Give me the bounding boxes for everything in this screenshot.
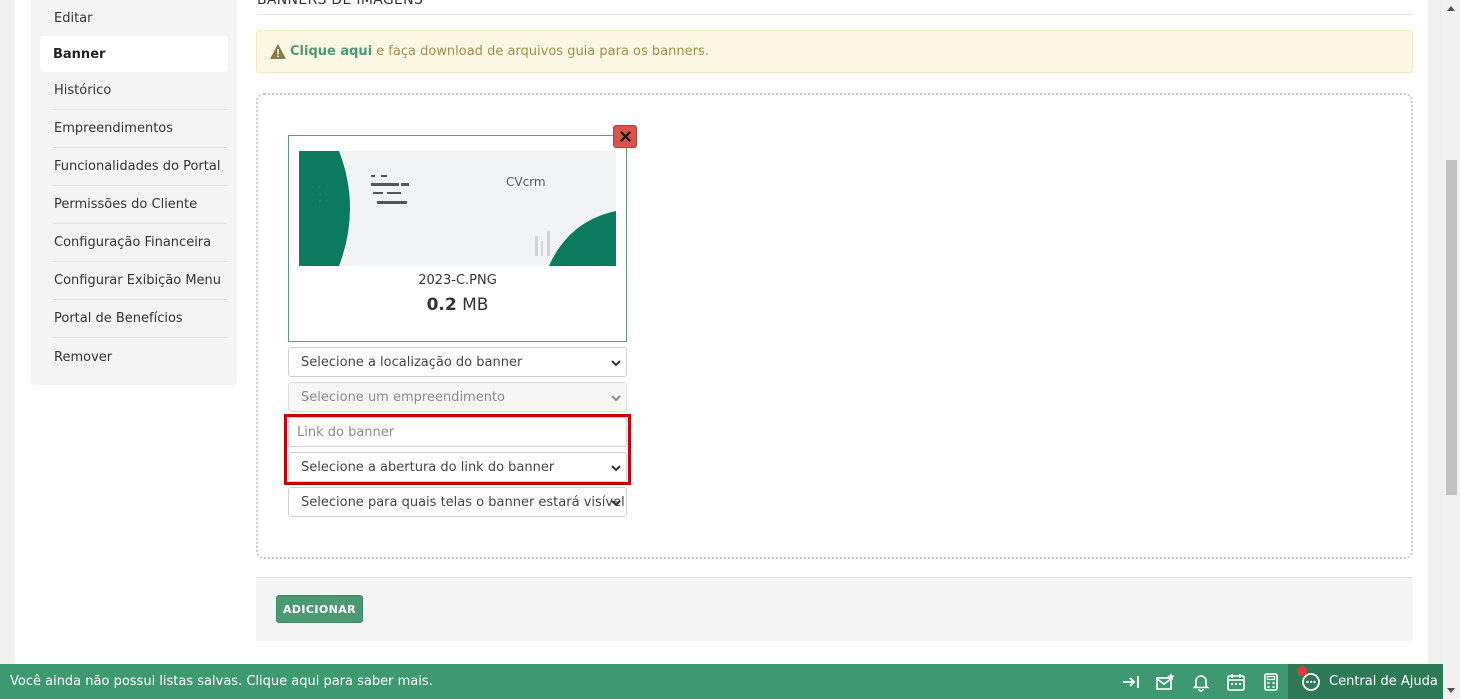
sidebar-item-banner[interactable]: Banner (40, 36, 228, 72)
sidebar-item-label: Empreendimentos (54, 121, 174, 136)
banner-location-select[interactable]: Selecione a localização do banner (288, 347, 627, 377)
sidebar-item-remover[interactable]: Remover (53, 338, 227, 376)
sidebar-item-label: Remover (54, 349, 113, 365)
visible-screens-select[interactable]: Selecione para quais telas o banner esta… (288, 487, 627, 517)
saved-lists-message[interactable]: Você ainda não possui listas salvas. Cli… (10, 674, 433, 689)
alert-text: e faça download de arquivos guia para os… (376, 44, 709, 59)
highlight-box (284, 414, 631, 485)
sidebar-item-historico[interactable]: Histórico (53, 72, 227, 110)
calculator-icon[interactable] (1261, 672, 1281, 692)
enterprise-select[interactable]: Selecione um empreendimento (288, 382, 627, 412)
notification-dot (1297, 666, 1307, 676)
remove-file-button[interactable] (613, 125, 637, 148)
sidebar-item-permissoes[interactable]: Permissões do Cliente (53, 186, 227, 224)
sidebar-item-label: Configurar Exibição Menu (54, 273, 222, 288)
close-icon (619, 131, 631, 142)
calendar-icon[interactable] (1226, 672, 1246, 692)
select-value: Selecione um empreendimento (301, 389, 506, 405)
sidebar-item-label: Portal de Benefícios (54, 311, 183, 326)
divider (257, 14, 1413, 15)
help-center-button[interactable]: Central de Ajuda (1288, 664, 1443, 699)
scroll-up-arrow[interactable] (1447, 6, 1455, 11)
section-title: BANNERS DE IMAGENS (257, 0, 424, 8)
page-container: Editar Banner Histórico Empreendimentos … (15, 0, 1428, 664)
banner-thumbnail: CVcrm (299, 151, 616, 266)
add-button[interactable]: ADICIONAR (276, 595, 363, 623)
sidebar-item-config-financeira[interactable]: Configuração Financeira (53, 224, 227, 262)
help-center-label: Central de Ajuda (1329, 674, 1438, 689)
chevron-down-icon (611, 500, 621, 507)
file-name: 2023-C.PNG (418, 273, 497, 288)
download-guide-link[interactable]: Clique aqui (290, 44, 372, 59)
file-size-unit: MB (462, 295, 489, 315)
chevron-down-icon (611, 360, 621, 367)
banner-logo-text: CVcrm (506, 175, 546, 189)
form-footer (256, 577, 1413, 641)
file-size: 0.2 MB (289, 295, 626, 315)
sidebar-item-label: Histórico (54, 83, 112, 98)
select-value: Selecione a localização do banner (301, 354, 523, 370)
bottom-bar: Você ainda não possui listas salvas. Cli… (0, 664, 1443, 699)
sidebar-item-label: Permissões do Cliente (54, 197, 198, 212)
sidebar-item-label: Editar (54, 11, 93, 26)
banner-image: CVcrm (299, 151, 616, 266)
file-size-value: 0.2 (426, 295, 457, 315)
select-value: Selecione para quais telas o banner esta… (301, 494, 625, 510)
mail-star-icon[interactable] (1155, 672, 1175, 692)
sidebar-item-label: Configuração Financeira (54, 235, 212, 250)
warning-icon (270, 44, 286, 59)
chevron-down-icon (611, 395, 621, 402)
scrollbar-thumb[interactable] (1446, 160, 1457, 495)
sidebar-item-editar[interactable]: Editar (53, 0, 227, 38)
scroll-down-arrow[interactable] (1447, 688, 1455, 693)
sidebar-item-config-menu[interactable]: Configurar Exibição Menu (53, 262, 227, 300)
sidebar: Editar Banner Histórico Empreendimentos … (31, 0, 237, 385)
sidebar-item-beneficios[interactable]: Portal de Benefícios (53, 300, 227, 338)
info-alert: Clique aqui e faça download de arquivos … (256, 30, 1413, 73)
sidebar-item-label: Funcionalidades do Portal (54, 159, 221, 174)
uploaded-file-card: CVcrm 2023-C.PNG 0.2 MB (288, 135, 627, 342)
bell-icon[interactable] (1191, 672, 1211, 692)
collapse-right-icon[interactable] (1121, 672, 1141, 692)
sidebar-item-funcionalidades[interactable]: Funcionalidades do Portal (53, 148, 227, 186)
sidebar-item-label: Banner (53, 46, 106, 62)
sidebar-item-empreendimentos[interactable]: Empreendimentos (53, 110, 227, 148)
